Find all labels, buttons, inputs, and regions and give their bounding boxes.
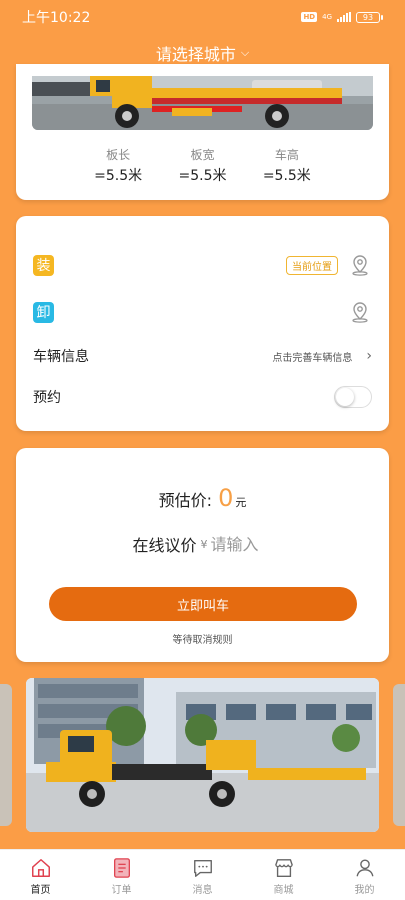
call-vehicle-button[interactable]: 立即叫车 (49, 587, 357, 621)
spec-value: =5.5米 (178, 168, 227, 184)
banner-next-peek[interactable] (393, 684, 405, 826)
location-pin-icon[interactable] (348, 253, 372, 277)
toggle-knob (336, 388, 354, 406)
tab-label: 订单 (111, 884, 132, 896)
chevron-right-icon: › (366, 348, 372, 364)
bargain-price-input[interactable] (210, 534, 273, 554)
current-location-button[interactable]: 当前位置 (286, 255, 338, 275)
status-bar: 上午10:22 HD 4G 93 (0, 0, 405, 34)
signal-icon (337, 12, 351, 22)
vehicle-info-label: 车辆信息 (33, 349, 89, 365)
price-card: 预估价: 0 元 在线议价 ¥ 立即叫车 等待取消规则 (16, 448, 389, 662)
estimate-price: 预估价: 0 元 (16, 484, 389, 512)
tab-home[interactable]: 首页 (0, 850, 81, 900)
vehicle-info-row[interactable]: 车辆信息 点击完善车辆信息 › (33, 346, 372, 366)
city-selector[interactable]: 请选择城市 ⌵ (0, 40, 405, 66)
currency-symbol: ¥ (200, 537, 208, 551)
reserve-label: 预约 (33, 390, 61, 406)
shop-icon (274, 858, 293, 877)
spec-value: =5.5米 (94, 168, 143, 184)
spec-label: 板宽 (190, 148, 215, 162)
city-selector-label: 请选择城市 (155, 45, 236, 64)
unload-address-row[interactable]: 卸 (33, 300, 372, 324)
bargain-row: 在线议价 ¥ (16, 532, 389, 556)
hd-badge: HD (301, 12, 318, 22)
tab-messages[interactable]: 消息 (162, 850, 243, 900)
reserve-toggle[interactable] (334, 386, 372, 408)
spec-vehicle-height: 车高 =5.5米 (245, 146, 389, 185)
order-form-card: 装 当前位置 卸 车辆信息 点击完善车辆信息 › 预约 (16, 216, 389, 431)
banner-prev-peek[interactable] (0, 684, 12, 826)
tab-label: 首页 (30, 884, 51, 896)
spec-label: 车高 (274, 148, 299, 162)
load-address-row[interactable]: 装 当前位置 (33, 253, 372, 277)
unload-tag-icon: 卸 (33, 301, 54, 323)
spec-value: =5.5米 (262, 168, 311, 184)
tab-shop[interactable]: 商城 (243, 850, 324, 900)
location-pin-icon[interactable] (348, 300, 372, 324)
bargain-label: 在线议价 (132, 536, 197, 555)
status-indicators: HD 4G 93 (301, 11, 383, 23)
bottom-tab-bar: 首页 订单 消息 商城 我的 (0, 849, 405, 900)
promo-banner[interactable] (26, 678, 379, 832)
home-icon (31, 858, 50, 877)
truck-photo (32, 76, 373, 130)
tab-label: 消息 (192, 884, 213, 896)
profile-icon (356, 859, 373, 876)
cancel-rules-link[interactable]: 等待取消规则 (16, 631, 389, 646)
tab-profile[interactable]: 我的 (324, 850, 405, 900)
estimate-amount: 0 (218, 484, 234, 512)
tab-label: 商城 (273, 884, 294, 896)
load-tag-icon: 装 (33, 254, 54, 276)
truck-spec-card: 板长 =5.5米 板宽 =5.5米 车高 =5.5米 (16, 64, 389, 200)
spec-label: 板长 (106, 148, 131, 162)
vehicle-info-hint: 点击完善车辆信息 (272, 352, 353, 364)
order-list-icon (113, 857, 130, 878)
battery-level: 93 (362, 12, 374, 22)
status-time: 上午10:22 (22, 10, 91, 26)
estimate-unit: 元 (235, 496, 247, 509)
tab-label: 我的 (354, 884, 375, 896)
reserve-row: 预约 (33, 386, 372, 408)
message-icon (193, 859, 212, 877)
estimate-label: 预估价: (158, 491, 213, 510)
chevron-down-icon: ⌵ (240, 46, 250, 59)
network-type: 4G (322, 12, 332, 21)
tab-orders[interactable]: 订单 (81, 850, 162, 900)
battery-icon: 93 (356, 11, 383, 23)
spec-row: 板长 =5.5米 板宽 =5.5米 车高 =5.5米 (16, 146, 389, 185)
spec-board-width: 板宽 =5.5米 (160, 146, 244, 185)
spec-board-length: 板长 =5.5米 (16, 146, 160, 185)
